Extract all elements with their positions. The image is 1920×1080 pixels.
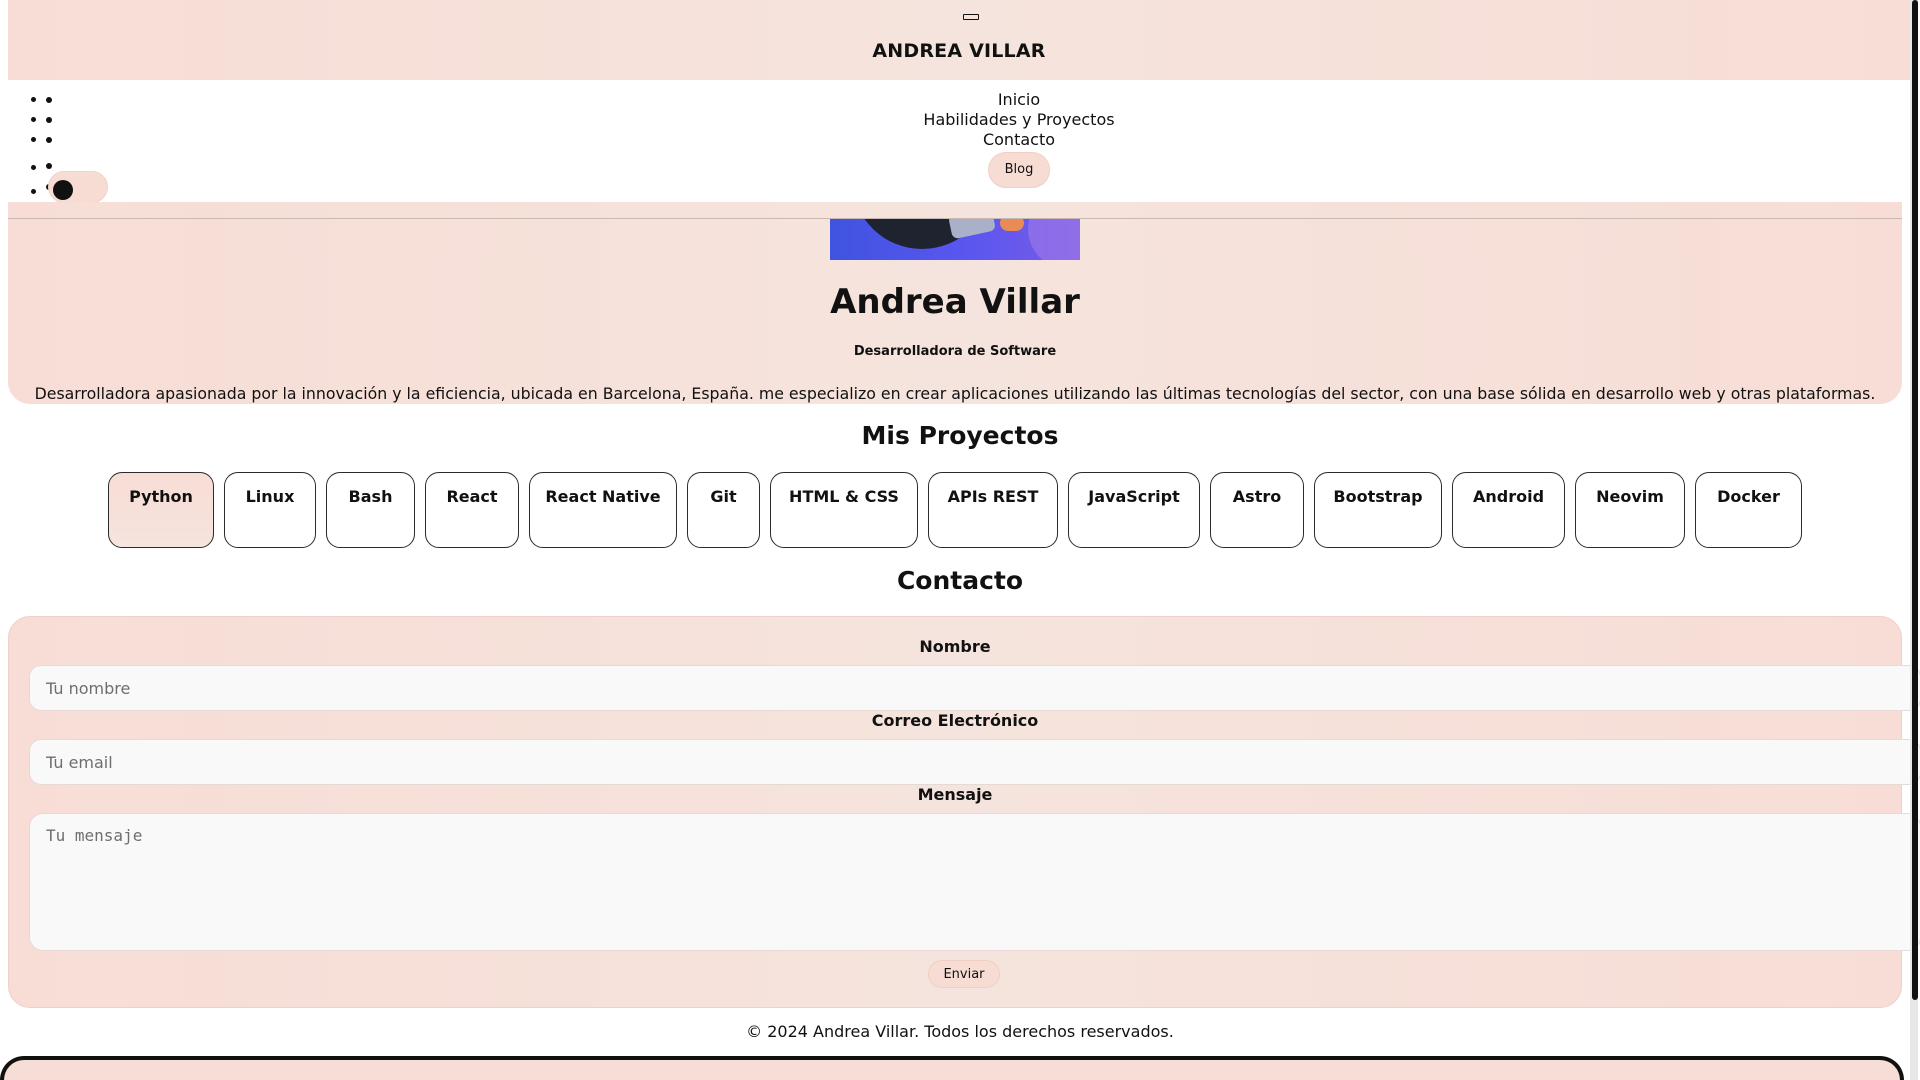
projects-title: Mis Proyectos (861, 421, 1059, 450)
theme-toggle-icon (53, 180, 73, 200)
top-header: ANDREA VILLAR (8, 0, 1910, 80)
nav-link-inicio[interactable]: Inicio (998, 90, 1040, 110)
tag-javascript[interactable]: JavaScript (1068, 472, 1200, 548)
site-title: ANDREA VILLAR (872, 40, 1046, 62)
nav-bullet (46, 137, 52, 143)
tag-react[interactable]: React (425, 472, 519, 548)
nav-bullet (46, 117, 52, 123)
nav-item-theme-toggle (46, 182, 1920, 202)
footer-band (0, 1056, 1904, 1080)
name-input[interactable] (29, 665, 1920, 711)
main-navigation: Inicio Habilidades y Proyectos Contacto … (8, 80, 1910, 203)
hero-illustration (830, 219, 1080, 260)
hamburger-icon[interactable] (963, 14, 979, 20)
tag-html-css[interactable]: HTML & CSS (770, 472, 918, 548)
tag-apis-rest[interactable]: APIs REST (928, 472, 1058, 548)
tag-python[interactable]: Python (108, 472, 214, 548)
name-label: Nombre (919, 637, 991, 656)
page-scrollbar-thumb[interactable] (1912, 0, 1918, 1000)
nav-link-habilidades[interactable]: Habilidades y Proyectos (923, 110, 1114, 130)
contact-form: Nombre Correo Electrónico Mensaje Enviar (8, 616, 1920, 1008)
tag-bash[interactable]: Bash (326, 472, 415, 548)
message-label: Mensaje (917, 785, 993, 804)
tag-docker[interactable]: Docker (1695, 472, 1802, 548)
nav-bullet (46, 97, 52, 103)
tag-neovim[interactable]: Neovim (1575, 472, 1685, 548)
footer-copyright: © 2024 Andrea Villar. Todos los derechos… (746, 1022, 1174, 1041)
hero-name: Andrea Villar (830, 282, 1080, 322)
hero-shape (1028, 219, 1080, 260)
nav-link-contacto[interactable]: Contacto (983, 130, 1055, 150)
hero-shape (947, 219, 997, 240)
tag-react-native[interactable]: React Native (529, 472, 677, 548)
message-textarea[interactable] (29, 813, 1920, 951)
theme-toggle[interactable] (48, 171, 108, 203)
project-tags: Python Linux Bash React React Native Git… (108, 472, 1802, 548)
contact-title: Contacto (896, 566, 1024, 595)
send-button[interactable]: Enviar (928, 960, 1000, 988)
tag-git[interactable]: Git (687, 472, 760, 548)
tag-android[interactable]: Android (1452, 472, 1565, 548)
hero-description: Desarrolladora apasionada por la innovac… (34, 384, 1876, 403)
nav-item-contacto: Contacto (46, 130, 1920, 150)
hero-section: Andrea Villar Desarrolladora de Software… (8, 202, 1902, 404)
tag-bootstrap[interactable]: Bootstrap (1314, 472, 1442, 548)
hero-shape (1000, 219, 1024, 231)
portfolio-page: ANDREA VILLAR Inicio Habilidades y Proye… (0, 0, 1920, 1080)
nav-list: Inicio Habilidades y Proyectos Contacto … (8, 80, 1910, 202)
nav-bullet (46, 163, 52, 169)
email-input[interactable] (29, 739, 1920, 785)
tag-astro[interactable]: Astro (1210, 472, 1304, 548)
tag-linux[interactable]: Linux (224, 472, 316, 548)
nav-item-habilidades: Habilidades y Proyectos (46, 110, 1920, 130)
nav-item-inicio: Inicio (46, 90, 1920, 110)
email-label: Correo Electrónico (871, 711, 1039, 730)
hero-role: Desarrolladora de Software (853, 344, 1057, 359)
